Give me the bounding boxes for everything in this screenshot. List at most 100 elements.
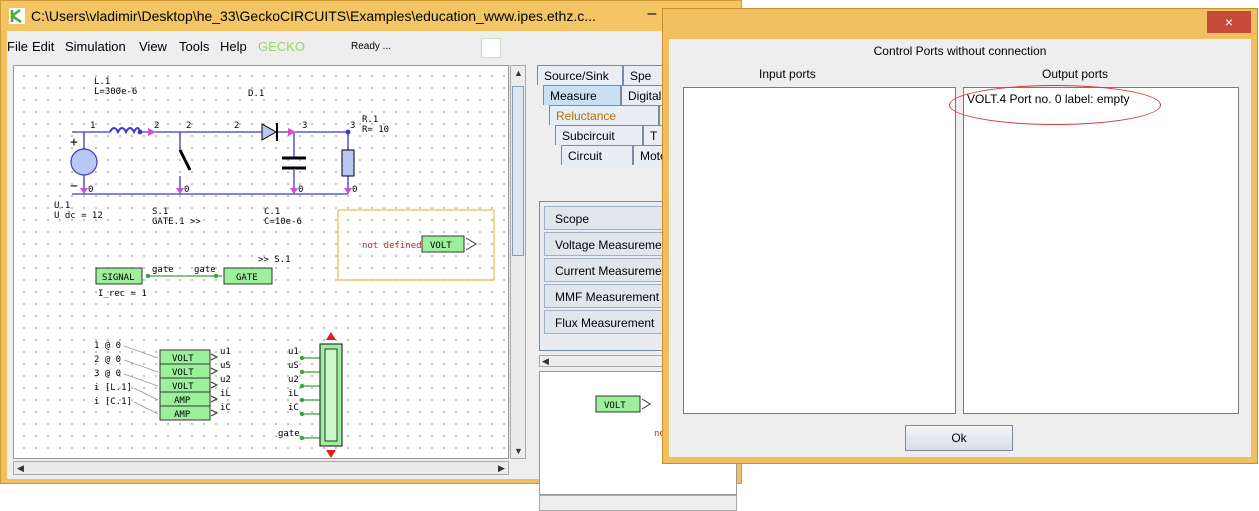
tab-special[interactable]: Spe	[623, 65, 663, 85]
library-scroll-left-icon[interactable]: ◀	[542, 356, 549, 366]
scope-in-5: iC	[288, 403, 299, 413]
status-indicator	[481, 38, 501, 58]
schematic-canvas[interactable]: L.1 L=300e-6 D.1 R.1 R= 10 U.1 U dc = 12…	[13, 65, 509, 459]
tab-circuit[interactable]: Circuit	[561, 145, 633, 165]
label-r1: R.1	[362, 115, 378, 125]
menu-view[interactable]: View	[139, 39, 167, 54]
schematic-vertical-scrollbar[interactable]: ▲ ▼	[510, 65, 526, 459]
meas-out-1: u1	[220, 347, 231, 357]
gate-out-label: gate	[152, 265, 174, 275]
node-label-3a: 3	[302, 121, 307, 131]
window-title: C:\Users\vladimir\Desktop\he_33\GeckoCIR…	[31, 8, 596, 24]
library-input-bar	[539, 495, 737, 511]
meas-label-3: 3 @ 0	[94, 369, 121, 379]
meas-out-3: u2	[220, 375, 231, 385]
main-titlebar[interactable]: C:\Users\vladimir\Desktop\he_33\GeckoCIR…	[1, 1, 741, 31]
status-text: Ready ...	[351, 41, 392, 52]
meas-block-1: VOLT	[172, 354, 194, 364]
node-label-2a: 2	[154, 121, 159, 131]
meas-label-4: i [L.1]	[94, 383, 132, 393]
node-label-0c: 0	[298, 185, 303, 195]
meas-block-3: VOLT	[172, 382, 194, 392]
gecko-app-icon	[9, 8, 25, 24]
label-s1: S.1	[152, 207, 168, 217]
node-label-2c: 2	[234, 121, 239, 131]
gate-in-label: gate	[194, 265, 216, 275]
dialog-title: Control Ports without connection	[873, 44, 1047, 58]
node-label-3b: 3	[350, 121, 355, 131]
plus-sign: +	[70, 135, 78, 150]
output-ports-header: Output ports	[1042, 67, 1109, 81]
dialog-body: Control Ports without connection Input p…	[669, 39, 1251, 457]
output-ports-list[interactable]: VOLT.4 Port no. 0 label: empty	[963, 87, 1239, 414]
close-button[interactable]: ×	[1207, 11, 1251, 33]
menu-edit[interactable]: Edit	[32, 39, 54, 54]
menubar: File Edit Simulation View Tools Help GEC…	[7, 31, 737, 61]
scroll-left-icon[interactable]: ◀	[17, 463, 24, 473]
node-label-0d: 0	[352, 185, 357, 195]
ok-button[interactable]: Ok	[905, 425, 1013, 451]
meas-label-1: 1 @ 0	[94, 341, 121, 351]
tab-measure[interactable]: Measure	[543, 85, 621, 105]
tab-reluctance[interactable]: Reluctance	[549, 105, 659, 125]
meas-out-4: iL	[220, 389, 231, 399]
control-ports-dialog: × Control Ports without connection Input…	[662, 8, 1258, 464]
menu-gecko[interactable]: GECKO	[258, 39, 305, 54]
menu-simulation[interactable]: Simulation	[65, 39, 126, 54]
menu-file[interactable]: File	[7, 39, 28, 54]
menu-tools[interactable]: Tools	[179, 39, 209, 54]
scroll-up-icon[interactable]: ▲	[514, 68, 523, 78]
scroll-right-icon[interactable]: ▶	[498, 463, 505, 473]
input-ports-header: Input ports	[759, 67, 816, 81]
voltage-source-icon	[70, 148, 98, 176]
gate-target-label: >> S.1	[258, 255, 291, 265]
diode-icon	[261, 123, 278, 141]
tab-subcircuit[interactable]: Subcircuit	[555, 125, 643, 145]
label-d1: D.1	[248, 89, 264, 99]
label-s1-gate: GATE.1 >>	[152, 217, 201, 227]
scope-in-3: u2	[288, 375, 299, 385]
resistor-icon	[341, 149, 355, 177]
scope-in-1: u1	[288, 347, 299, 357]
tab-source-sink[interactable]: Source/Sink	[537, 65, 623, 85]
label-u1-value: U dc = 12	[54, 211, 103, 221]
inductor-icon	[109, 127, 141, 135]
meas-block-5: AMP	[174, 410, 191, 420]
meas-out-5: iC	[220, 403, 231, 413]
scope-block-icon	[319, 332, 343, 458]
label-l1-value: L=300e-6	[94, 87, 137, 97]
annotation-ellipse	[949, 85, 1161, 125]
scope-in-4: iL	[288, 389, 299, 399]
capacitor-icon	[282, 156, 306, 170]
preview-volt-block: VOLT	[604, 401, 626, 411]
node-label-0a: 0	[88, 185, 93, 195]
meas-block-4: AMP	[174, 396, 191, 406]
switch-icon	[178, 149, 192, 171]
node-label-0b: 0	[184, 185, 189, 195]
main-window: C:\Users\vladimir\Desktop\he_33\GeckoCIR…	[0, 0, 742, 511]
meas-label-5: i [C.1]	[94, 397, 132, 407]
input-ports-list[interactable]	[683, 87, 956, 414]
schematic-horizontal-scrollbar[interactable]: ◀ ▶	[13, 461, 509, 475]
scroll-down-icon[interactable]: ▼	[514, 446, 523, 456]
minimize-button[interactable]: –	[641, 5, 663, 25]
label-u1: U.1	[54, 201, 70, 211]
node-label-1: 1	[90, 121, 95, 131]
scope-in-2: uS	[288, 361, 299, 371]
scope-in-6: gate	[278, 429, 300, 439]
minus-sign: −	[70, 179, 78, 194]
menu-help[interactable]: Help	[220, 39, 247, 54]
label-c1-value: C=10e-6	[264, 217, 302, 227]
volt-block-unconnected: VOLT	[430, 241, 452, 251]
meas-block-2: VOLT	[172, 368, 194, 378]
meas-out-2: uS	[220, 361, 231, 371]
main-body: File Edit Simulation View Tools Help GEC…	[7, 31, 737, 511]
scroll-thumb[interactable]	[512, 86, 524, 256]
meas-label-2: 2 @ 0	[94, 355, 121, 365]
label-l1: L.1	[94, 77, 110, 87]
signal-block: SIGNAL	[102, 273, 135, 283]
gate-block: GATE	[236, 273, 258, 283]
label-c1: C.1	[264, 207, 280, 217]
i-rec-label: I_rec = 1	[98, 289, 147, 299]
node-label-2b: 2	[186, 121, 191, 131]
